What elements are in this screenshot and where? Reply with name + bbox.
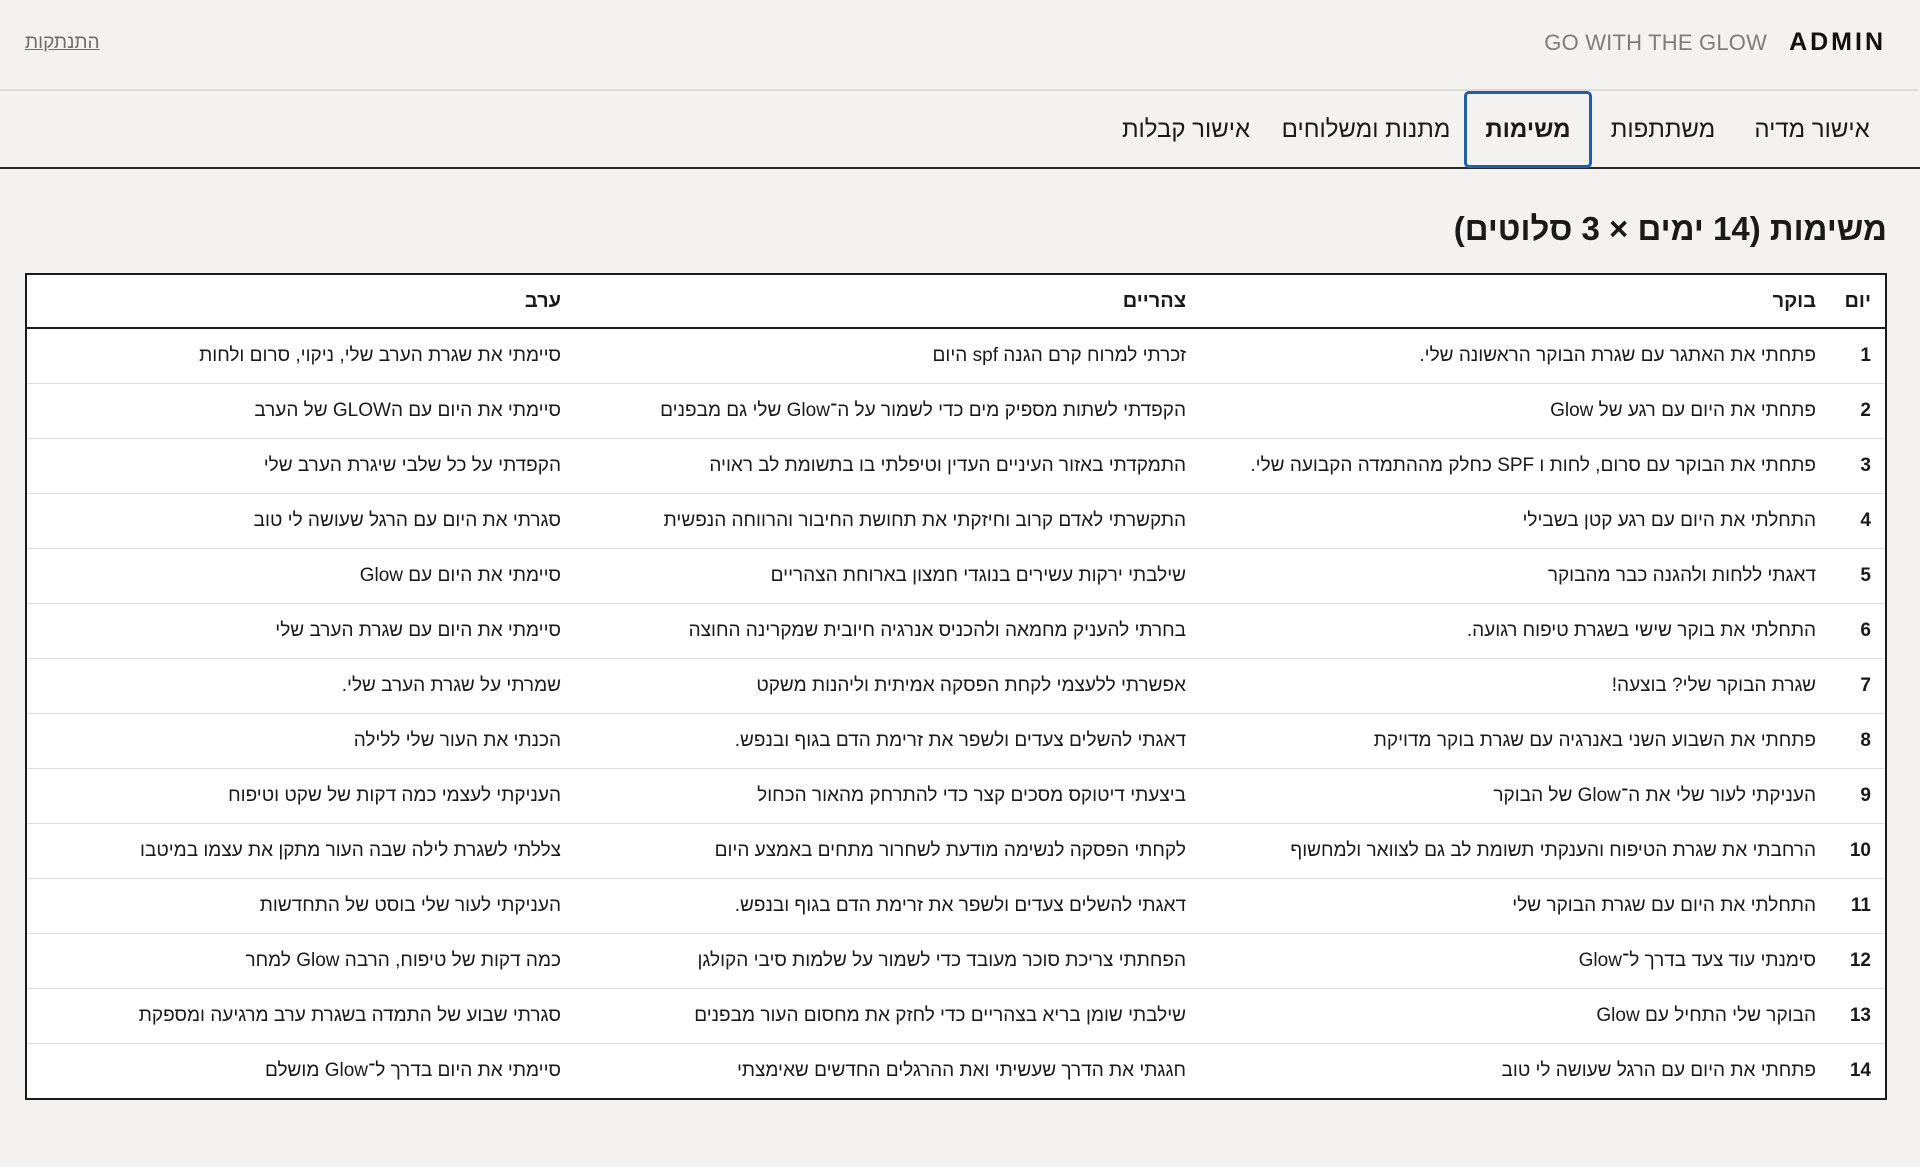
morning-task-cell: פתחתי את היום עם רגע של Glow — [1201, 383, 1831, 439]
table-row: 2 פתחתי את היום עם רגע של Glow הקפדתי לשתו… — [27, 383, 1885, 439]
table-row: 4 התחלתי את היום עם רגע קטן בשבילי התקשרתי… — [27, 493, 1885, 549]
evening-task-cell: צללתי לשגרת לילה שבה העור מתקן את עצמו ב… — [27, 823, 576, 879]
noon-task-cell: הפחתתי צריכת סוכר מעובד כדי לשמור על שלמ… — [576, 933, 1201, 989]
noon-task-cell: דאגתי להשלים צעדים ולשפר את זרימת הדם בג… — [576, 713, 1201, 769]
evening-task-cell: סיימתי את היום בדרך ל־Glow מושלם — [264, 1059, 561, 1081]
logout-link[interactable]: התנתקות — [25, 32, 100, 54]
table-row: 10 הרחבתי את שגרת הטיפוח והענקתי תשומת לב… — [27, 823, 1885, 879]
brand-admin-label: ADMIN — [1789, 28, 1886, 56]
noon-task-cell: שילבתי שומן בריא בצהריים כדי לחזק את מחס… — [576, 988, 1201, 1044]
tab-receipts-approval[interactable]: אישור קבלות — [1122, 91, 1250, 169]
day-cell: 2 — [1831, 383, 1885, 439]
day-cell: 6 — [1831, 603, 1885, 659]
day-cell: 11 — [1831, 878, 1885, 934]
table-row: 9 העניקתי לעור שלי את ה־Glow של הבוקר ביצע… — [27, 768, 1885, 824]
evening-task-cell: סגרתי את היום עם הרגל שעושה לי טוב — [27, 493, 576, 549]
day-cell: 5 — [1831, 548, 1885, 604]
tab-gifts-shipments[interactable]: מתנות ומשלוחים — [1282, 91, 1451, 169]
evening-task-cell: סיימתי את היום עם שגרת הערב שלי — [27, 603, 576, 659]
evening-task-cell: סגרתי שבוע של התמדה בשגרת ערב מרגיעה ומס… — [27, 988, 576, 1044]
morning-task-cell: פתחתי את היום עם הרגל שעושה לי טוב — [1501, 1059, 1816, 1081]
top-header: GO WITH THE GLOW ADMIN התנתקות — [0, 0, 1918, 91]
morning-task-cell: התחלתי את היום עם רגע קטן בשבילי — [1201, 493, 1831, 549]
table-row: 1 פתחתי את האתגר עם שגרת הבוקר הראשונה של… — [27, 328, 1885, 384]
day-cell: 7 — [1831, 658, 1885, 714]
noon-task-cell: אפשרתי ללעצמי לקחת הפסקה אמיתית וליהנות … — [576, 658, 1201, 714]
morning-task-cell: הרחבתי את שגרת הטיפוח והענקתי תשומת לב ג… — [1201, 823, 1831, 879]
noon-task-cell: זכרתי למרוח קרם הגנה spf היום — [576, 328, 1201, 384]
evening-task-cell: סיימתי את היום עם הGLOW של הערב — [27, 383, 576, 439]
day-cell: 9 — [1831, 768, 1885, 824]
evening-task-cell: הכנתי את העור שלי ללילה — [27, 713, 576, 769]
brand: GO WITH THE GLOW ADMIN — [1544, 28, 1886, 57]
evening-task-cell: העניקתי לעור שלי בוסט של התחדשות — [27, 878, 576, 934]
day-cell: 4 — [1831, 493, 1885, 549]
brand-tagline: GO WITH THE GLOW — [1544, 30, 1768, 55]
table-row: 3 פתחתי את הבוקר עם סרום, לחות ו SPF כחלק… — [27, 438, 1885, 494]
day-cell: 10 — [1831, 823, 1885, 879]
day-cell: 14 — [1849, 1059, 1871, 1081]
tab-tasks[interactable]: משימות — [1464, 91, 1592, 168]
day-cell: 1 — [1831, 328, 1885, 384]
table-row: 11 התחלתי את היום עם שגרת הבוקר שלי דאגתי … — [27, 878, 1885, 934]
day-cell: 3 — [1831, 438, 1885, 494]
morning-task-cell: העניקתי לעור שלי את ה־Glow של הבוקר — [1201, 768, 1831, 824]
noon-task-cell: התקשרתי לאדם קרוב וחיזקתי את תחושת החיבו… — [576, 493, 1201, 549]
column-header-evening: ערב — [27, 275, 576, 329]
morning-task-cell: התחלתי את היום עם שגרת הבוקר שלי — [1201, 878, 1831, 934]
noon-task-cell: התמקדתי באזור העיניים העדין וטיפלתי בו ב… — [576, 438, 1201, 494]
table-row: 7 שגרת הבוקר שלי? בוצעה! אפשרתי ללעצמי לקח… — [27, 658, 1885, 714]
evening-task-cell: כמה דקות של טיפוח, הרבה Glow למחר — [27, 933, 576, 989]
noon-task-cell: שילבתי ירקות עשירים בנוגדי חמצון בארוחת … — [576, 548, 1201, 604]
noon-task-cell: בחרתי להעניק מחמאה ולהכניס אנרגיה חיובית… — [576, 603, 1201, 659]
noon-task-cell: ביצעתי דיטוקס מסכים קצר כדי להתרחק מהאור… — [576, 768, 1201, 824]
table-row: 12 סימנתי עוד צעד בדרך ל־Glow הפחתתי צריכת… — [27, 933, 1885, 989]
morning-task-cell: פתחתי את האתגר עם שגרת הבוקר הראשונה שלי… — [1201, 328, 1831, 384]
morning-task-cell: שגרת הבוקר שלי? בוצעה! — [1201, 658, 1831, 714]
evening-task-cell: הקפדתי על כל שלבי שיגרת הערב שלי — [27, 438, 576, 494]
tab-media-approval[interactable]: אישור מדיה — [1752, 91, 1872, 169]
noon-task-cell: הקפדתי לשתות מספיק מים כדי לשמור על ה־Gl… — [576, 383, 1201, 439]
day-cell: 12 — [1831, 933, 1885, 989]
morning-task-cell: דאגתי ללחות ולהגנה כבר מהבוקר — [1201, 548, 1831, 604]
day-cell: 8 — [1831, 713, 1885, 769]
noon-task-cell: חגגתי את הדרך שעשיתי ואת ההרגלים החדשים … — [736, 1059, 1186, 1081]
morning-task-cell: הבוקר שלי התחיל עם Glow — [1201, 988, 1831, 1044]
tasks-table-container: יום בוקר צהריים ערב 1 פתחתי את האתגר עם ש… — [25, 273, 1887, 1100]
table-row: 6 התחלתי את בוקר שישי בשגרת טיפוח רגועה. ב… — [27, 603, 1885, 659]
morning-task-cell: פתחתי את הבוקר עם סרום, לחות ו SPF כחלק … — [1201, 438, 1831, 494]
table-row: 5 דאגתי ללחות ולהגנה כבר מהבוקר שילבתי ירק… — [27, 548, 1885, 604]
morning-task-cell: סימנתי עוד צעד בדרך ל־Glow — [1201, 933, 1831, 989]
day-cell: 13 — [1831, 988, 1885, 1044]
noon-task-cell: לקחתי הפסקה לנשימה מודעת לשחרור מתחים בא… — [576, 823, 1201, 879]
table-header-row: יום בוקר צהריים ערב — [27, 275, 1885, 329]
evening-task-cell: סיימתי את שגרת הערב שלי, ניקוי, סרום ולח… — [27, 328, 576, 384]
page-title: משימות (14 ימים × 3 סלוטים) — [1453, 210, 1887, 247]
table-row: 14 פתחתי את היום עם הרגל שעושה לי טוב חגגת… — [27, 1043, 1885, 1098]
evening-task-cell: שמרתי על שגרת הערב שלי. — [27, 658, 576, 714]
evening-task-cell: סיימתי את היום עם Glow — [27, 548, 576, 604]
main-tabs: אישור מדיה משתתפות משימות מתנות ומשלוחים… — [0, 91, 1920, 169]
tasks-table: יום בוקר צהריים ערב 1 פתחתי את האתגר עם ש… — [27, 275, 1885, 1098]
tab-participants[interactable]: משתתפות — [1608, 91, 1718, 169]
column-header-morning: בוקר — [1201, 275, 1831, 329]
morning-task-cell: התחלתי את בוקר שישי בשגרת טיפוח רגועה. — [1201, 603, 1831, 659]
table-row: 13 הבוקר שלי התחיל עם Glow שילבתי שומן ברי… — [27, 988, 1885, 1044]
morning-task-cell: פתחתי את השבוע השני באנרגיה עם שגרת בוקר… — [1201, 713, 1831, 769]
noon-task-cell: דאגתי להשלים צעדים ולשפר את זרימת הדם בג… — [576, 878, 1201, 934]
table-row: 8 פתחתי את השבוע השני באנרגיה עם שגרת בוק… — [27, 713, 1885, 769]
column-header-noon: צהריים — [576, 275, 1201, 329]
column-header-day: יום — [1831, 275, 1885, 329]
evening-task-cell: העניקתי לעצמי כמה דקות של שקט וטיפוח — [27, 768, 576, 824]
